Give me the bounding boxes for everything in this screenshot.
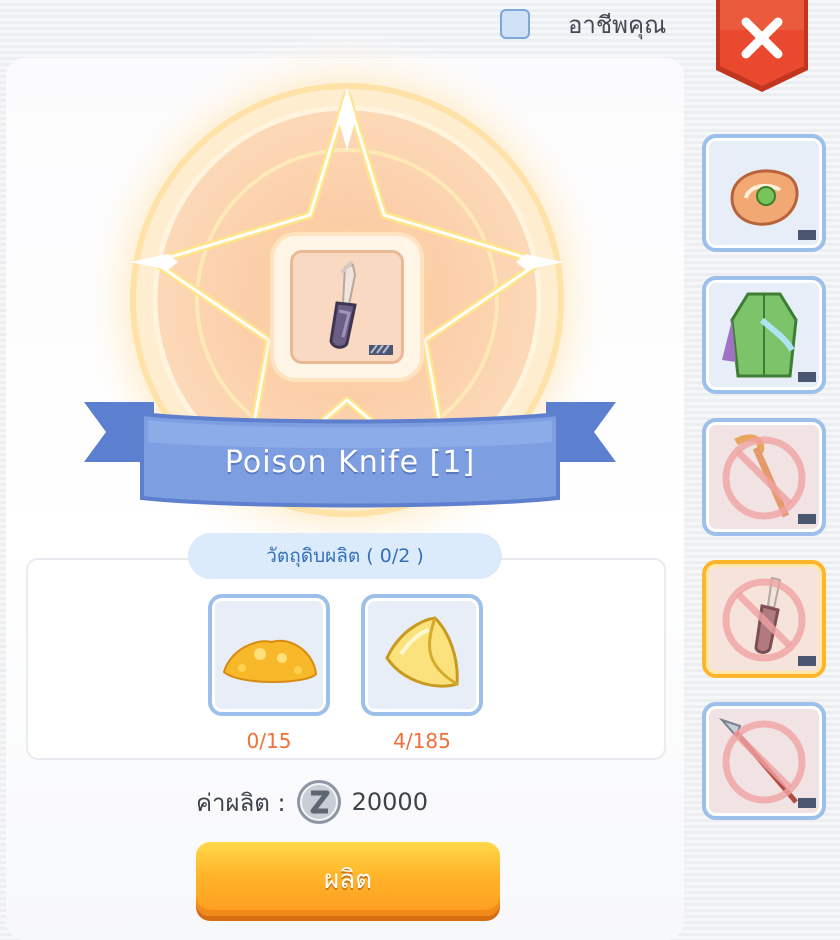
materials-panel xyxy=(26,558,666,760)
side-item-bracelet[interactable] xyxy=(702,134,826,252)
close-button[interactable] xyxy=(714,0,810,94)
knife-icon xyxy=(722,576,816,666)
item-name-title: Poison Knife [1] xyxy=(224,445,476,480)
side-item-knife[interactable] xyxy=(702,560,826,678)
selected-item-slot xyxy=(290,250,404,364)
bracelet-icon xyxy=(730,169,816,240)
selected-item-frame xyxy=(274,236,420,378)
craft-button[interactable]: ผลิต xyxy=(196,842,500,916)
green-robe-icon xyxy=(722,292,816,382)
side-item-staff[interactable] xyxy=(702,418,826,536)
craft-cost: ค่าผลิต : 20000 xyxy=(196,778,428,826)
craft-button-label: ผลิต xyxy=(323,864,373,895)
materials-header: วัตถุดิบผลิต ( 0/2 ) xyxy=(188,533,502,579)
staff-icon xyxy=(722,434,816,524)
material-slot-gold-powder[interactable] xyxy=(208,594,330,716)
yellow-gemstone-icon xyxy=(385,616,459,688)
craft-cost-label: ค่าผลิต : xyxy=(196,788,286,817)
side-item-spear[interactable] xyxy=(702,702,826,820)
craft-cost-value: 20000 xyxy=(351,788,428,816)
knife-icon xyxy=(329,261,393,355)
zeny-coin-icon xyxy=(296,780,341,824)
spear-icon xyxy=(718,717,816,808)
material-count: 4/185 xyxy=(393,729,451,753)
material-count: 0/15 xyxy=(246,729,292,753)
gold-powder-icon xyxy=(222,639,318,683)
side-item-green-robe[interactable] xyxy=(702,276,826,394)
material-slot-yellow-gemstone[interactable] xyxy=(361,594,483,716)
close-icon xyxy=(716,0,808,92)
